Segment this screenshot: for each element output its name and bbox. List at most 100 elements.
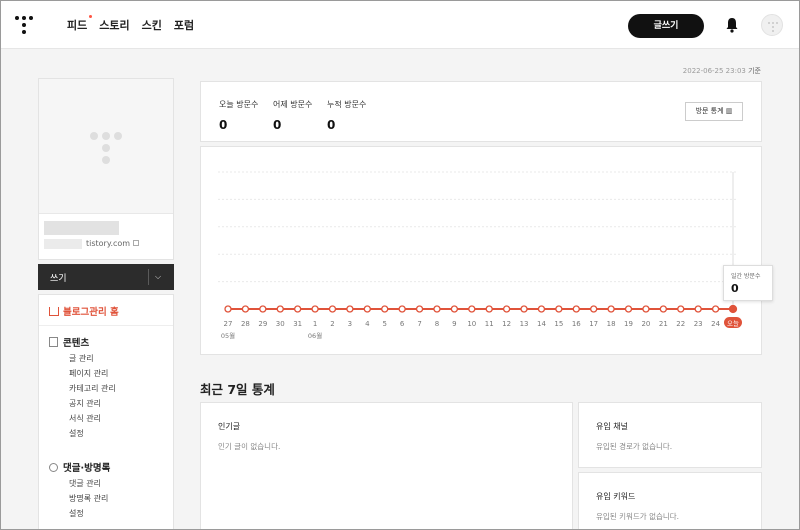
bar-chart-icon: ▥ <box>725 107 733 115</box>
chart-point <box>276 305 284 313</box>
new-dot-icon <box>89 15 93 18</box>
x-tick-label: 8 <box>435 320 439 328</box>
profile-avatar[interactable] <box>761 14 783 36</box>
sidebar-menu: 블로그관리 홈 콘텐츠 글 관리 페이지 관리 카테고리 관리 공지 관리 서식… <box>38 294 174 529</box>
chart-point <box>224 305 232 313</box>
stat-total: 누적 방문수 0 <box>327 99 366 132</box>
chevron-down-icon[interactable]: ⌵ <box>155 272 161 282</box>
inflow-keyword-empty: 유입된 키워드가 없습니다. <box>596 512 680 521</box>
stat-today: 오늘 방문수 0 <box>219 99 258 132</box>
sidebar-write-bar[interactable]: 쓰기 ⌵ <box>38 264 174 290</box>
chart-point <box>624 305 633 313</box>
x-tick-label: 19 <box>624 320 633 328</box>
stat-yesterday-label: 어제 방문수 <box>273 100 313 109</box>
visit-chart-card: 27 28 29 30 31 1 2 3 4 5 6 7 8 9 10 11 12 13 14 15 16 17 18 19 2… <box>200 146 762 355</box>
external-link-icon <box>133 240 140 246</box>
sidebar-item-categories[interactable]: 카테고리 관리 <box>69 383 116 394</box>
chart-point <box>450 305 459 313</box>
main-nav: 피드 스토리 스킨 포럼 <box>67 15 194 33</box>
x-tick-label: 9 <box>452 320 456 328</box>
sidebar-section-comments[interactable]: 댓글·방명록 <box>49 460 110 474</box>
x-tick-label: 17 <box>589 320 598 328</box>
x-tick-label: 15 <box>554 320 563 328</box>
x-tick-label: 16 <box>572 320 581 328</box>
tooltip-value: 0 <box>731 282 739 295</box>
x-tick-label: 20 <box>641 320 650 328</box>
popular-posts-title: 인기글 <box>218 422 241 431</box>
popular-posts-empty: 인기 글이 없습니다. <box>218 442 281 451</box>
x-tick-label: 29 <box>258 320 267 328</box>
nav-story[interactable]: 스토리 <box>99 17 129 33</box>
stat-yesterday-value: 0 <box>273 118 282 132</box>
sidebar-section-content[interactable]: 콘텐츠 <box>49 335 89 349</box>
tistory-logo-icon[interactable] <box>15 16 33 34</box>
chart-point <box>259 305 267 313</box>
nav-forum[interactable]: 포럼 <box>174 17 194 33</box>
tooltip-label: 일간 방문수 <box>731 273 761 280</box>
x-tick-label: 23 <box>694 320 703 328</box>
chart-point <box>520 305 528 313</box>
nav-skin[interactable]: 스킨 <box>142 17 162 33</box>
chart-point <box>241 305 250 313</box>
sidebar-item-posts[interactable]: 글 관리 <box>69 353 94 364</box>
chart-point <box>659 305 667 313</box>
sidebar-write-label: 쓰기 <box>50 274 67 284</box>
chart-point <box>485 305 493 313</box>
chart-point <box>468 305 476 313</box>
nav-feed[interactable]: 피드 <box>67 15 93 33</box>
chart-point <box>433 305 441 313</box>
chart-point <box>363 305 371 313</box>
x-tick-label: 31 <box>293 320 302 328</box>
document-icon <box>49 337 58 347</box>
blurred-blog-name <box>44 221 119 235</box>
sidebar-item-content-settings[interactable]: 설정 <box>69 428 84 439</box>
chart-point <box>537 305 546 313</box>
sidebar-item-notices[interactable]: 공지 관리 <box>69 398 101 409</box>
stats-timestamp: 2022-06-25 23:03 기준 <box>682 67 761 75</box>
blog-url-link[interactable]: tistory.com <box>86 239 140 248</box>
recent-stats-title: 최근 7일 통계 <box>200 382 275 397</box>
chart-point <box>642 305 650 313</box>
sidebar-item-pages[interactable]: 페이지 관리 <box>69 368 108 379</box>
x-tick-label: 6 <box>400 320 405 328</box>
sidebar-item-templates[interactable]: 서식 관리 <box>69 413 101 424</box>
sidebar-item-comment-settings[interactable]: 설정 <box>69 508 84 519</box>
chart-point <box>294 305 302 313</box>
x-tick-label: 27 <box>224 320 233 328</box>
stat-total-value: 0 <box>327 118 336 132</box>
bell-icon[interactable] <box>725 17 739 33</box>
x-tick-label: 10 <box>467 320 476 328</box>
x-month-label: 06월 <box>308 331 322 340</box>
write-button[interactable]: 글쓰기 <box>628 14 704 38</box>
popular-posts-card: 인기글 인기 글이 없습니다. <box>200 402 573 529</box>
inflow-channel-empty: 유입된 경로가 없습니다. <box>596 442 673 451</box>
sidebar-item-comments[interactable]: 댓글 관리 <box>69 478 101 489</box>
sidebar-item-guestbook[interactable]: 방명록 관리 <box>69 493 108 504</box>
sidebar-item-home[interactable]: 블로그관리 홈 <box>49 304 119 318</box>
blog-profile-image[interactable] <box>39 79 173 214</box>
chart-point <box>555 305 563 313</box>
chart-point <box>711 305 720 313</box>
chart-point <box>346 305 354 313</box>
write-bar-divider <box>148 269 149 285</box>
visit-stats-button[interactable]: 방문 통계 ▥ <box>685 102 743 121</box>
stat-today-label: 오늘 방문수 <box>219 100 259 109</box>
comment-icon <box>49 463 58 472</box>
inflow-keyword-title: 유입 키워드 <box>596 492 636 501</box>
visit-line-chart: 27 28 29 30 31 1 2 3 4 5 6 7 8 9 10 11 12 13 14 15 16 17 18 19 2… <box>218 171 742 340</box>
x-tick-label: 7 <box>417 320 421 328</box>
x-tick-label: 4 <box>365 320 370 328</box>
x-tick-label: 30 <box>276 320 285 328</box>
app-frame: 피드 스토리 스킨 포럼 글쓰기 2022-06-25 23:03 기준 tis… <box>0 0 800 530</box>
chart-point <box>572 305 580 313</box>
x-tick-label: 21 <box>659 320 668 328</box>
blog-profile-card: tistory.com <box>38 78 174 260</box>
menu-divider <box>39 325 173 326</box>
x-tick-label: 18 <box>607 320 616 328</box>
blurred-blog-id <box>44 239 82 249</box>
chart-point <box>590 305 598 313</box>
chart-point <box>311 305 319 313</box>
x-tick-label: 28 <box>241 320 250 328</box>
stat-yesterday: 어제 방문수 0 <box>273 99 312 132</box>
inflow-channel-title: 유입 채널 <box>596 422 628 431</box>
